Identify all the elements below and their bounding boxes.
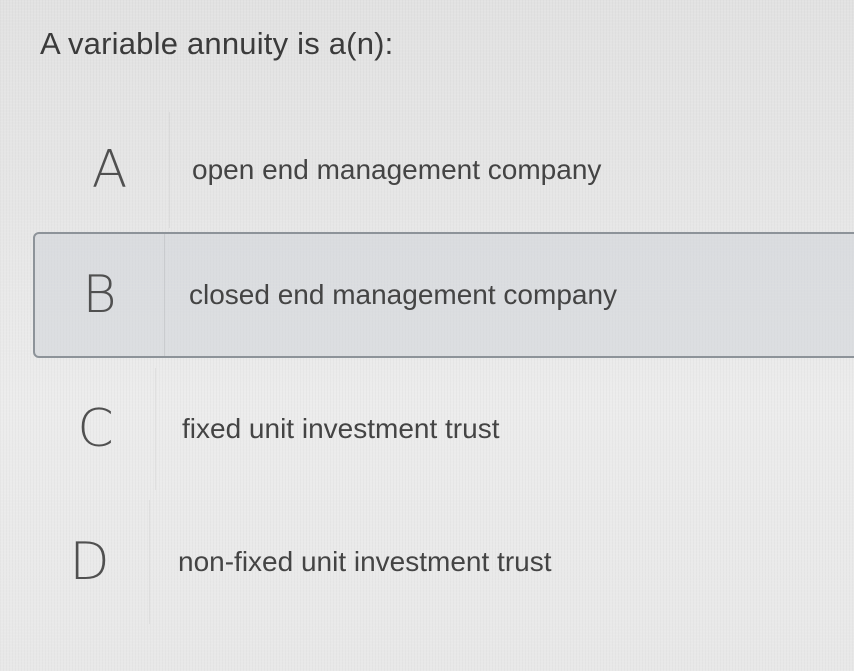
answer-option-a[interactable]: A open end management company (50, 112, 854, 228)
answer-option-c[interactable]: C fixed unit investment trust (36, 368, 854, 490)
answer-option-b[interactable]: B closed end management company (33, 232, 854, 358)
option-letter-cell: D (30, 500, 150, 624)
option-letter-cell: A (50, 112, 170, 228)
option-text-b: closed end management company (189, 279, 618, 310)
option-text-c: fixed unit investment trust (182, 413, 500, 444)
option-letter-d: D (69, 532, 110, 592)
question-text: A variable annuity is a(n): (40, 26, 394, 61)
option-text-a: open end management company (192, 154, 602, 185)
answer-option-d[interactable]: D non-fixed unit investment trust (30, 500, 854, 624)
option-text-d: non-fixed unit investment trust (178, 546, 552, 577)
option-letter-b: B (82, 265, 117, 325)
option-letter-a: A (91, 140, 128, 200)
option-letter-cell: C (36, 368, 156, 490)
option-letter-c: C (77, 399, 114, 459)
option-letter-cell: B (35, 234, 165, 356)
